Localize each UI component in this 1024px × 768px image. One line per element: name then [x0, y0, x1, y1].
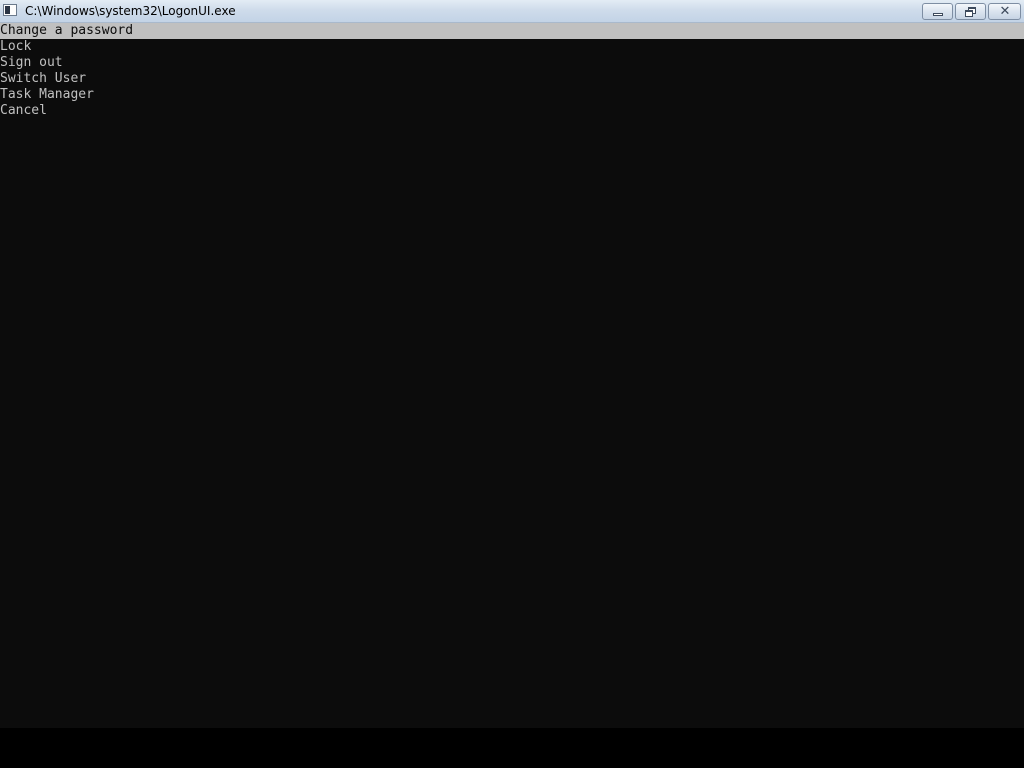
minimize-icon	[933, 13, 943, 16]
title-bar[interactable]: C:\Windows\system32\LogonUI.exe ✕	[0, 0, 1024, 23]
security-options-menu: Change a password Lock Sign out Switch U…	[0, 23, 1024, 119]
restore-icon	[965, 7, 977, 17]
minimize-button[interactable]	[922, 3, 953, 20]
window-title: C:\Windows\system32\LogonUI.exe	[25, 4, 236, 18]
menu-item-cancel[interactable]: Cancel	[0, 103, 1024, 119]
menu-item-change-password[interactable]: Change a password	[0, 23, 1024, 39]
menu-item-sign-out[interactable]: Sign out	[0, 55, 1024, 71]
bottom-black-strip	[0, 728, 1024, 768]
close-button[interactable]: ✕	[988, 3, 1021, 20]
menu-item-lock[interactable]: Lock	[0, 39, 1024, 55]
close-icon: ✕	[999, 4, 1011, 19]
console-app-icon[interactable]	[3, 4, 17, 16]
restore-button[interactable]	[955, 3, 986, 20]
menu-item-task-manager[interactable]: Task Manager	[0, 87, 1024, 103]
console-window: C:\Windows\system32\LogonUI.exe ✕ Change…	[0, 0, 1024, 728]
menu-item-switch-user[interactable]: Switch User	[0, 71, 1024, 87]
